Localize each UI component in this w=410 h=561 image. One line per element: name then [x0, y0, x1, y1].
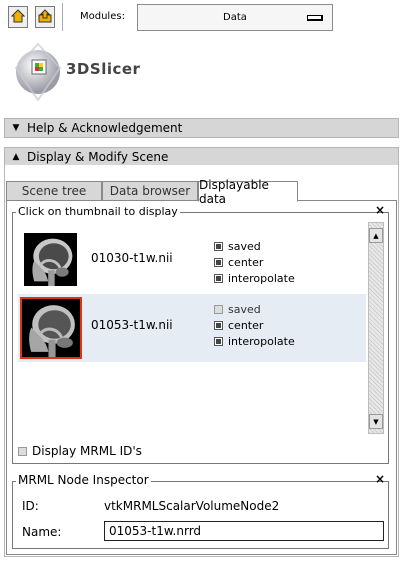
- interpolate-checkbox[interactable]: [214, 274, 223, 283]
- volume-name: 01053-t1w.nii: [91, 318, 173, 332]
- display-mrml-ids-label: Display MRML ID's: [32, 444, 142, 458]
- thumbnail-list: 01030-t1w.nii saved center interopolate: [18, 222, 366, 434]
- collapse-triangle-icon: ▲: [12, 152, 20, 162]
- expand-triangle-icon: ▼: [12, 123, 20, 133]
- display-modify-scene-header[interactable]: ▲ Display & Modify Scene: [4, 147, 399, 167]
- saved-checkbox[interactable]: [214, 242, 223, 251]
- modules-label: Modules:: [80, 11, 125, 22]
- tab-label: Data browser: [109, 184, 191, 198]
- thumbnail-group-title: Click on thumbnail to display: [16, 205, 180, 218]
- center-option[interactable]: center: [214, 319, 263, 332]
- name-label: Name:: [22, 525, 62, 539]
- id-value: vtkMRMLScalarVolumeNode2: [104, 499, 280, 513]
- checkbox-label: interopolate: [228, 335, 295, 348]
- arrow-up-icon: ▲: [373, 231, 379, 240]
- saved-option[interactable]: saved: [214, 240, 261, 253]
- list-item-selected: 01053-t1w.nii saved center interopolate: [18, 294, 366, 362]
- modules-selected-value: Data: [223, 12, 247, 23]
- checkbox-label: center: [228, 256, 264, 269]
- interpolate-checkbox[interactable]: [214, 337, 223, 346]
- slicer-logo-icon: [10, 38, 66, 102]
- interpolate-option[interactable]: interopolate: [214, 272, 295, 285]
- thumbnail-group-close-icon[interactable]: ×: [375, 203, 385, 217]
- center-checkbox[interactable]: [214, 321, 223, 330]
- modules-dropdown[interactable]: Data: [137, 4, 333, 31]
- display-panel-title: Display & Modify Scene: [27, 150, 169, 164]
- help-panel-title: Help & Acknowledgement: [27, 121, 183, 135]
- display-mrml-ids-option[interactable]: Display MRML ID's: [18, 444, 142, 458]
- center-option[interactable]: center: [214, 256, 263, 269]
- tab-label: Scene tree: [21, 184, 87, 198]
- interpolate-option[interactable]: interopolate: [214, 335, 295, 348]
- volume-name: 01030-t1w.nii: [91, 251, 173, 265]
- display-mrml-ids-checkbox[interactable]: [18, 446, 27, 456]
- scroll-down-button[interactable]: ▼: [369, 414, 383, 429]
- name-input[interactable]: [104, 521, 384, 541]
- thumbnail-01053[interactable]: [20, 297, 82, 359]
- toolbar-separator: [62, 3, 63, 31]
- help-acknowledgement-header[interactable]: ▼ Help & Acknowledgement: [4, 118, 399, 138]
- tab-displayable-data[interactable]: Displayable data: [198, 178, 298, 206]
- thumbnail-01030[interactable]: [22, 231, 79, 288]
- checkbox-label: center: [228, 319, 264, 332]
- checkbox-label: saved: [228, 240, 261, 253]
- saved-checkbox[interactable]: [214, 305, 223, 314]
- id-label: ID:: [22, 499, 39, 513]
- checkbox-label: interopolate: [228, 272, 295, 285]
- dropdown-indicator-icon: [307, 15, 323, 21]
- tab-data-browser[interactable]: Data browser: [102, 181, 198, 201]
- mrml-node-inspector-title: MRML Node Inspector: [16, 473, 151, 487]
- arrow-down-icon: ▼: [373, 417, 379, 426]
- list-item: 01030-t1w.nii saved center interopolate: [18, 226, 366, 294]
- save-icon: [38, 8, 52, 26]
- inspector-close-icon[interactable]: ×: [375, 472, 385, 486]
- logo-text: 3DSlicer: [66, 60, 141, 78]
- list-scrollbar[interactable]: ▲ ▼: [368, 222, 384, 434]
- saved-option[interactable]: saved: [214, 303, 261, 316]
- checkbox-label: saved: [228, 303, 261, 316]
- tab-scene-tree[interactable]: Scene tree: [6, 181, 102, 201]
- home-icon: [10, 8, 26, 26]
- save-scene-button[interactable]: [35, 6, 55, 28]
- home-button[interactable]: [8, 6, 28, 28]
- center-checkbox[interactable]: [214, 258, 223, 267]
- scroll-up-button[interactable]: ▲: [369, 228, 383, 243]
- tab-label: Displayable data: [199, 177, 269, 206]
